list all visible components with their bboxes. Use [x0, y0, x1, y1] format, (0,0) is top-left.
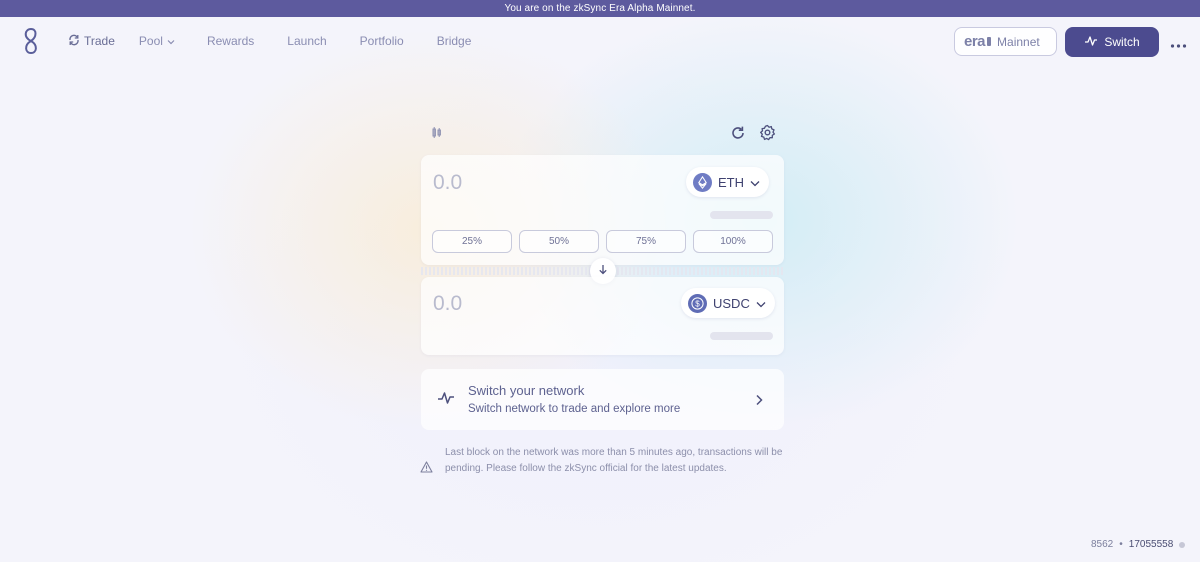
settings-gear-icon[interactable]	[759, 124, 776, 146]
to-token-selector[interactable]: $ USDC	[681, 288, 775, 318]
nav-item-label: Trade	[84, 34, 115, 48]
to-balance-placeholder	[710, 332, 773, 340]
switch-network-card[interactable]: Switch your network Switch network to tr…	[421, 369, 784, 430]
trade-swap-icon	[68, 34, 80, 49]
nav-item-portfolio[interactable]: Portfolio	[360, 34, 404, 48]
block-status: 8562 • 17055558	[1091, 539, 1186, 550]
switch-button-label: Switch	[1104, 35, 1140, 49]
swap-from-panel: 0.0 ETH 25% 50% 75% 100%	[421, 155, 784, 265]
to-amount-input[interactable]: 0.0	[433, 292, 462, 316]
network-selector[interactable]: era Mainnet	[954, 27, 1057, 56]
nav-item-label: Launch	[287, 34, 327, 48]
from-token-selector[interactable]: ETH	[686, 167, 769, 197]
latency-value: 8562	[1091, 539, 1114, 550]
percent-50-button[interactable]: 50%	[519, 230, 599, 253]
chevron-down-icon	[750, 175, 760, 190]
nav-item-label: Pool	[138, 34, 163, 48]
chart-toggle-icon[interactable]	[431, 126, 443, 145]
network-banner: You are on the zkSync Era Alpha Mainnet.	[0, 0, 1200, 17]
more-menu-icon[interactable]	[1170, 37, 1187, 48]
warning-icon	[420, 460, 433, 478]
to-token-label: USDC	[713, 295, 750, 311]
nav-item-launch[interactable]: Launch	[287, 34, 326, 48]
block-number[interactable]: 17055558	[1129, 539, 1174, 550]
refresh-icon[interactable]	[730, 125, 746, 146]
era-logo: era	[964, 33, 992, 50]
era-logo-bar	[987, 37, 992, 46]
chevron-down-icon	[167, 34, 175, 48]
percent-75-button[interactable]: 75%	[606, 230, 686, 253]
switch-network-subtitle: Switch network to trade and explore more	[468, 403, 681, 415]
from-token-label: ETH	[718, 174, 744, 190]
pulse-icon	[437, 391, 455, 410]
nav-item-label: Bridge	[436, 34, 472, 48]
nav-item-pool[interactable]: Pool	[139, 34, 175, 48]
pulse-icon	[1084, 35, 1098, 50]
separator-dot: •	[1119, 539, 1123, 550]
status-dot-icon	[1179, 541, 1186, 548]
from-amount-input[interactable]: 0.0	[433, 171, 462, 195]
chevron-down-icon	[756, 296, 766, 311]
switch-network-title: Switch your network	[468, 383, 585, 398]
switch-network-button[interactable]: Switch	[1065, 27, 1159, 57]
nav-item-rewards[interactable]: Rewards	[207, 34, 254, 48]
eth-token-icon	[693, 172, 712, 192]
usdc-token-icon: $	[688, 293, 707, 313]
syncswap-logo-icon[interactable]	[20, 27, 42, 55]
nav-item-bridge[interactable]: Bridge	[437, 34, 472, 48]
main-nav: Trade Pool Rewards Launch Portfolio Brid…	[68, 33, 471, 49]
swap-to-panel: 0.0 $ USDC	[421, 277, 784, 355]
stale-block-warning: Last block on the network was more than …	[445, 447, 783, 474]
era-brand-text: era	[964, 33, 986, 50]
percent-25-button[interactable]: 25%	[432, 230, 512, 253]
svg-text:$: $	[695, 299, 700, 308]
banner-text: You are on the zkSync Era Alpha Mainnet.	[504, 3, 696, 14]
network-label: Mainnet	[997, 34, 1040, 49]
percent-buttons: 25% 50% 75% 100%	[432, 230, 773, 253]
percent-100-button[interactable]: 100%	[693, 230, 773, 253]
nav-item-trade[interactable]: Trade	[68, 34, 115, 49]
nav-item-label: Portfolio	[359, 34, 404, 48]
nav-item-label: Rewards	[206, 34, 255, 48]
from-balance-placeholder	[710, 211, 773, 219]
chevron-right-icon	[755, 393, 763, 411]
